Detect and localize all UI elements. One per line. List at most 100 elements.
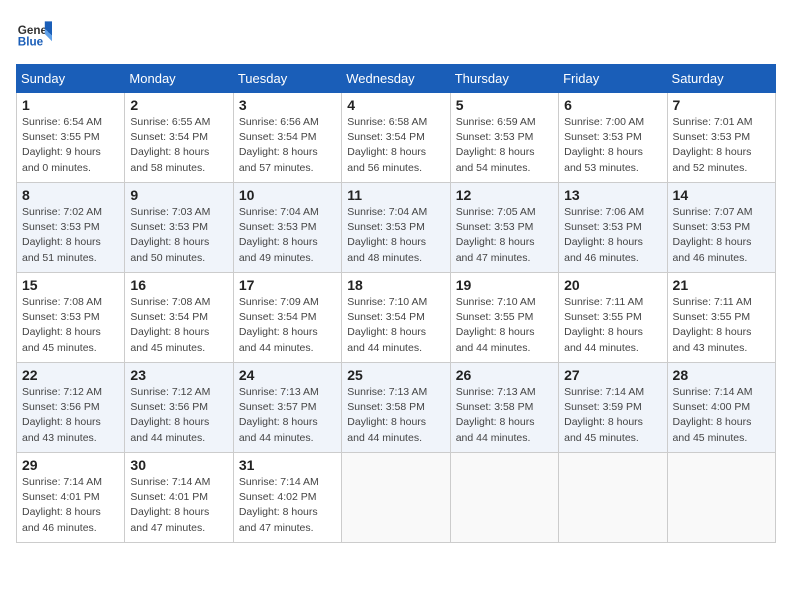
calendar-cell: 16Sunrise: 7:08 AM Sunset: 3:54 PM Dayli…: [125, 273, 233, 363]
calendar-cell: [342, 453, 450, 543]
dow-friday: Friday: [559, 65, 667, 93]
calendar-cell: 19 Sunrise: 7:10 AM Sunset: 3:55 PM Dayli…: [450, 273, 558, 363]
day-info: Sunrise: 7:07 AM Sunset: 3:53 PM Dayligh…: [673, 205, 770, 266]
calendar-cell: 3Sunrise: 6:56 AM Sunset: 3:54 PM Daylig…: [233, 93, 341, 183]
calendar-cell: 15 Sunrise: 7:08 AM Sunset: 3:53 PM Dayli…: [17, 273, 125, 363]
svg-text:Blue: Blue: [18, 36, 44, 49]
calendar-cell: 22 Sunrise: 7:12 AM Sunset: 3:56 PM Dayli…: [17, 363, 125, 453]
day-number: 6: [564, 97, 661, 113]
days-of-week-header: SundayMondayTuesdayWednesdayThursdayFrid…: [17, 65, 776, 93]
calendar-cell: 29 Sunrise: 7:14 AM Sunset: 4:01 PM Dayli…: [17, 453, 125, 543]
calendar-cell: 31Sunrise: 7:14 AM Sunset: 4:02 PM Dayli…: [233, 453, 341, 543]
day-info: Sunrise: 7:14 AM Sunset: 3:59 PM Dayligh…: [564, 385, 661, 446]
day-info: Sunrise: 7:10 AM Sunset: 3:55 PM Dayligh…: [456, 295, 553, 356]
day-info: Sunrise: 7:14 AM Sunset: 4:02 PM Dayligh…: [239, 475, 336, 536]
dow-monday: Monday: [125, 65, 233, 93]
day-info: Sunrise: 7:13 AM Sunset: 3:58 PM Dayligh…: [347, 385, 444, 446]
calendar-cell: 14Sunrise: 7:07 AM Sunset: 3:53 PM Dayli…: [667, 183, 775, 273]
day-number: 19: [456, 277, 553, 293]
day-number: 1: [22, 97, 119, 113]
week-row-4: 22 Sunrise: 7:12 AM Sunset: 3:56 PM Dayli…: [17, 363, 776, 453]
day-number: 23: [130, 367, 227, 383]
day-number: 24: [239, 367, 336, 383]
day-info: Sunrise: 7:11 AM Sunset: 3:55 PM Dayligh…: [673, 295, 770, 356]
dow-sunday: Sunday: [17, 65, 125, 93]
day-info: Sunrise: 7:06 AM Sunset: 3:53 PM Dayligh…: [564, 205, 661, 266]
calendar-cell: [559, 453, 667, 543]
calendar-cell: 21Sunrise: 7:11 AM Sunset: 3:55 PM Dayli…: [667, 273, 775, 363]
day-info: Sunrise: 6:59 AM Sunset: 3:53 PM Dayligh…: [456, 115, 553, 176]
day-number: 27: [564, 367, 661, 383]
calendar-table: SundayMondayTuesdayWednesdayThursdayFrid…: [16, 64, 776, 543]
day-info: Sunrise: 7:12 AM Sunset: 3:56 PM Dayligh…: [130, 385, 227, 446]
dow-wednesday: Wednesday: [342, 65, 450, 93]
calendar-cell: 2 Sunrise: 6:55 AM Sunset: 3:54 PM Daylig…: [125, 93, 233, 183]
day-number: 18: [347, 277, 444, 293]
day-number: 15: [22, 277, 119, 293]
day-info: Sunrise: 7:09 AM Sunset: 3:54 PM Dayligh…: [239, 295, 336, 356]
day-number: 16: [130, 277, 227, 293]
calendar-body: 1 Sunrise: 6:54 AM Sunset: 3:55 PM Daylig…: [17, 93, 776, 543]
calendar-cell: 28Sunrise: 7:14 AM Sunset: 4:00 PM Dayli…: [667, 363, 775, 453]
day-info: Sunrise: 7:08 AM Sunset: 3:53 PM Dayligh…: [22, 295, 119, 356]
calendar-cell: 20 Sunrise: 7:11 AM Sunset: 3:55 PM Dayli…: [559, 273, 667, 363]
day-number: 10: [239, 187, 336, 203]
day-info: Sunrise: 7:13 AM Sunset: 3:57 PM Dayligh…: [239, 385, 336, 446]
calendar-cell: 27 Sunrise: 7:14 AM Sunset: 3:59 PM Dayli…: [559, 363, 667, 453]
day-number: 2: [130, 97, 227, 113]
day-info: Sunrise: 7:00 AM Sunset: 3:53 PM Dayligh…: [564, 115, 661, 176]
calendar-cell: 11 Sunrise: 7:04 AM Sunset: 3:53 PM Dayli…: [342, 183, 450, 273]
week-row-2: 8 Sunrise: 7:02 AM Sunset: 3:53 PM Daylig…: [17, 183, 776, 273]
calendar-cell: 26 Sunrise: 7:13 AM Sunset: 3:58 PM Dayli…: [450, 363, 558, 453]
day-info: Sunrise: 7:03 AM Sunset: 3:53 PM Dayligh…: [130, 205, 227, 266]
calendar-cell: 1 Sunrise: 6:54 AM Sunset: 3:55 PM Daylig…: [17, 93, 125, 183]
calendar-cell: 18 Sunrise: 7:10 AM Sunset: 3:54 PM Dayli…: [342, 273, 450, 363]
day-info: Sunrise: 7:10 AM Sunset: 3:54 PM Dayligh…: [347, 295, 444, 356]
day-info: Sunrise: 7:13 AM Sunset: 3:58 PM Dayligh…: [456, 385, 553, 446]
day-number: 26: [456, 367, 553, 383]
day-number: 20: [564, 277, 661, 293]
day-info: Sunrise: 7:14 AM Sunset: 4:01 PM Dayligh…: [22, 475, 119, 536]
calendar-cell: 8 Sunrise: 7:02 AM Sunset: 3:53 PM Daylig…: [17, 183, 125, 273]
calendar-cell: 13 Sunrise: 7:06 AM Sunset: 3:53 PM Dayli…: [559, 183, 667, 273]
day-number: 11: [347, 187, 444, 203]
logo: General Blue: [16, 16, 52, 52]
day-info: Sunrise: 6:54 AM Sunset: 3:55 PM Dayligh…: [22, 115, 119, 176]
week-row-5: 29 Sunrise: 7:14 AM Sunset: 4:01 PM Dayli…: [17, 453, 776, 543]
day-number: 3: [239, 97, 336, 113]
calendar-cell: 30 Sunrise: 7:14 AM Sunset: 4:01 PM Dayli…: [125, 453, 233, 543]
day-info: Sunrise: 7:11 AM Sunset: 3:55 PM Dayligh…: [564, 295, 661, 356]
day-info: Sunrise: 7:05 AM Sunset: 3:53 PM Dayligh…: [456, 205, 553, 266]
day-number: 8: [22, 187, 119, 203]
day-number: 5: [456, 97, 553, 113]
calendar-cell: [667, 453, 775, 543]
page-header: General Blue: [16, 16, 776, 52]
calendar-cell: 23 Sunrise: 7:12 AM Sunset: 3:56 PM Dayli…: [125, 363, 233, 453]
day-info: Sunrise: 7:14 AM Sunset: 4:01 PM Dayligh…: [130, 475, 227, 536]
day-info: Sunrise: 7:02 AM Sunset: 3:53 PM Dayligh…: [22, 205, 119, 266]
day-info: Sunrise: 6:58 AM Sunset: 3:54 PM Dayligh…: [347, 115, 444, 176]
calendar-cell: 6 Sunrise: 7:00 AM Sunset: 3:53 PM Daylig…: [559, 93, 667, 183]
calendar-cell: 10 Sunrise: 7:04 AM Sunset: 3:53 PM Dayli…: [233, 183, 341, 273]
calendar-cell: 17 Sunrise: 7:09 AM Sunset: 3:54 PM Dayli…: [233, 273, 341, 363]
day-info: Sunrise: 7:12 AM Sunset: 3:56 PM Dayligh…: [22, 385, 119, 446]
day-number: 30: [130, 457, 227, 473]
day-info: Sunrise: 6:55 AM Sunset: 3:54 PM Dayligh…: [130, 115, 227, 176]
calendar-cell: [450, 453, 558, 543]
dow-tuesday: Tuesday: [233, 65, 341, 93]
day-info: Sunrise: 7:04 AM Sunset: 3:53 PM Dayligh…: [239, 205, 336, 266]
calendar-cell: 7Sunrise: 7:01 AM Sunset: 3:53 PM Daylig…: [667, 93, 775, 183]
week-row-3: 15 Sunrise: 7:08 AM Sunset: 3:53 PM Dayli…: [17, 273, 776, 363]
day-number: 4: [347, 97, 444, 113]
day-number: 29: [22, 457, 119, 473]
day-info: Sunrise: 7:04 AM Sunset: 3:53 PM Dayligh…: [347, 205, 444, 266]
calendar-cell: 9Sunrise: 7:03 AM Sunset: 3:53 PM Daylig…: [125, 183, 233, 273]
calendar-cell: 12 Sunrise: 7:05 AM Sunset: 3:53 PM Dayli…: [450, 183, 558, 273]
day-number: 17: [239, 277, 336, 293]
day-number: 7: [673, 97, 770, 113]
week-row-1: 1 Sunrise: 6:54 AM Sunset: 3:55 PM Daylig…: [17, 93, 776, 183]
day-number: 22: [22, 367, 119, 383]
day-number: 12: [456, 187, 553, 203]
day-number: 13: [564, 187, 661, 203]
calendar-cell: 4 Sunrise: 6:58 AM Sunset: 3:54 PM Daylig…: [342, 93, 450, 183]
